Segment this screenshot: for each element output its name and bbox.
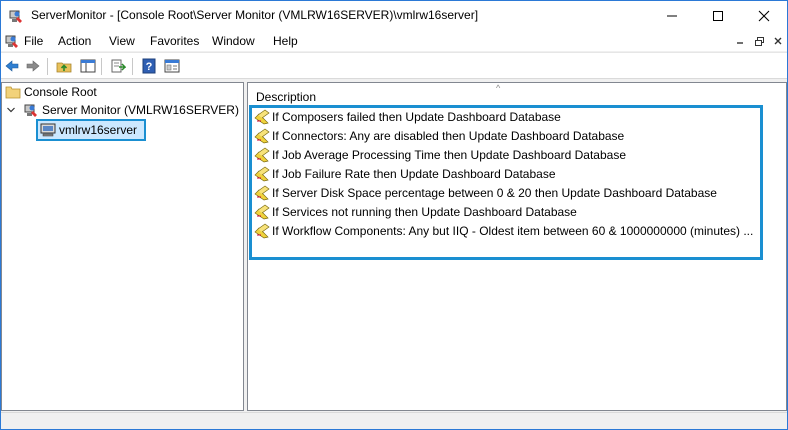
forward-icon — [26, 60, 40, 72]
toolbar: ? — [1, 52, 787, 79]
list-item-label: If Job Average Processing Time then Upda… — [272, 148, 626, 162]
properties-button[interactable] — [163, 57, 181, 75]
list-item[interactable]: If Workflow Components: Any but IIQ - Ol… — [254, 222, 753, 240]
close-button[interactable] — [741, 1, 787, 31]
list-item[interactable]: If Composers failed then Update Dashboar… — [254, 108, 561, 126]
list-item-label: If Services not running then Update Dash… — [272, 205, 577, 219]
svg-text:?: ? — [146, 61, 153, 73]
maximize-button[interactable] — [695, 1, 741, 31]
rule-icon — [254, 204, 270, 220]
back-icon — [5, 60, 19, 72]
up-one-level-button[interactable] — [55, 57, 73, 75]
window-title: ServerMonitor - [Console Root\Server Mon… — [31, 8, 479, 22]
maximize-icon — [713, 11, 723, 21]
help-icon: ? — [142, 58, 156, 74]
status-bar — [1, 412, 787, 429]
list-item-label: If Connectors: Any are disabled then Upd… — [272, 129, 625, 143]
list-item[interactable]: If Job Failure Rate then Update Dashboar… — [254, 165, 556, 183]
close-icon — [774, 37, 782, 45]
server-monitor-icon — [24, 104, 37, 117]
list-item-label: If Workflow Components: Any but IIQ - Ol… — [272, 224, 754, 238]
menu-window[interactable]: Window — [212, 34, 255, 48]
column-header-label: Description — [256, 90, 317, 104]
rule-icon — [254, 223, 270, 239]
menu-view[interactable]: View — [109, 34, 135, 48]
forward-button[interactable] — [24, 57, 42, 75]
export-list-button[interactable] — [109, 57, 127, 75]
toolbar-separator — [47, 58, 48, 75]
close-icon — [758, 10, 770, 22]
minimize-button[interactable] — [649, 1, 695, 31]
back-button[interactable] — [3, 57, 21, 75]
system-menu-icon[interactable] — [4, 33, 20, 49]
rule-icon — [254, 185, 270, 201]
export-list-icon — [111, 59, 126, 73]
menu-bar: File Action View Favorites Window Help — [1, 31, 787, 51]
computer-icon — [40, 123, 56, 137]
child-close-button[interactable] — [770, 33, 786, 49]
list-item[interactable]: If Job Average Processing Time then Upda… — [254, 146, 626, 164]
chevron-down-icon[interactable] — [6, 105, 16, 115]
tree-node-vmlrw16server[interactable]: vmlrw16server — [40, 121, 137, 139]
title-bar[interactable]: ServerMonitor - [Console Root\Server Mon… — [1, 1, 787, 31]
rule-icon — [254, 128, 270, 144]
show-hide-tree-icon — [80, 59, 96, 73]
properties-icon — [164, 59, 180, 73]
folder-icon — [5, 86, 21, 99]
menu-action[interactable]: Action — [58, 34, 91, 48]
show-hide-tree-button[interactable] — [79, 57, 97, 75]
server-monitor-app-icon — [9, 10, 22, 23]
toolbar-separator — [132, 58, 133, 75]
tree-node-label: vmlrw16server — [59, 123, 138, 137]
tree-node-console-root[interactable]: Console Root — [5, 83, 97, 101]
column-header-description[interactable]: ^ Description — [248, 83, 786, 105]
sort-indicator-icon: ^ — [496, 83, 501, 93]
tree-node-label: Server Monitor (VMLRW16SERVER) — [42, 103, 239, 117]
list-item-label: If Composers failed then Update Dashboar… — [272, 110, 561, 124]
menu-favorites[interactable]: Favorites — [150, 34, 199, 48]
child-minimize-button[interactable] — [732, 33, 748, 49]
child-restore-button[interactable] — [751, 33, 767, 49]
list-item[interactable]: If Connectors: Any are disabled then Upd… — [254, 127, 624, 145]
menu-help[interactable]: Help — [273, 34, 298, 48]
list-item[interactable]: If Server Disk Space percentage between … — [254, 184, 717, 202]
menu-file[interactable]: File — [24, 34, 43, 48]
rule-icon — [254, 109, 270, 125]
rule-icon — [254, 166, 270, 182]
minimize-icon — [737, 42, 743, 44]
help-button[interactable]: ? — [140, 57, 158, 75]
app-window: ServerMonitor - [Console Root\Server Mon… — [0, 0, 788, 430]
restore-icon — [754, 36, 764, 46]
rule-icon — [254, 147, 270, 163]
list-item[interactable]: If Services not running then Update Dash… — [254, 203, 577, 221]
list-item-label: If Job Failure Rate then Update Dashboar… — [272, 167, 556, 181]
minimize-icon — [667, 15, 677, 17]
toolbar-separator — [101, 58, 102, 75]
tree-node-label: Console Root — [24, 85, 97, 99]
tree-node-server-monitor[interactable]: Server Monitor (VMLRW16SERVER) — [23, 101, 239, 119]
list-item-label: If Server Disk Space percentage between … — [272, 186, 717, 200]
up-folder-icon — [56, 62, 72, 73]
